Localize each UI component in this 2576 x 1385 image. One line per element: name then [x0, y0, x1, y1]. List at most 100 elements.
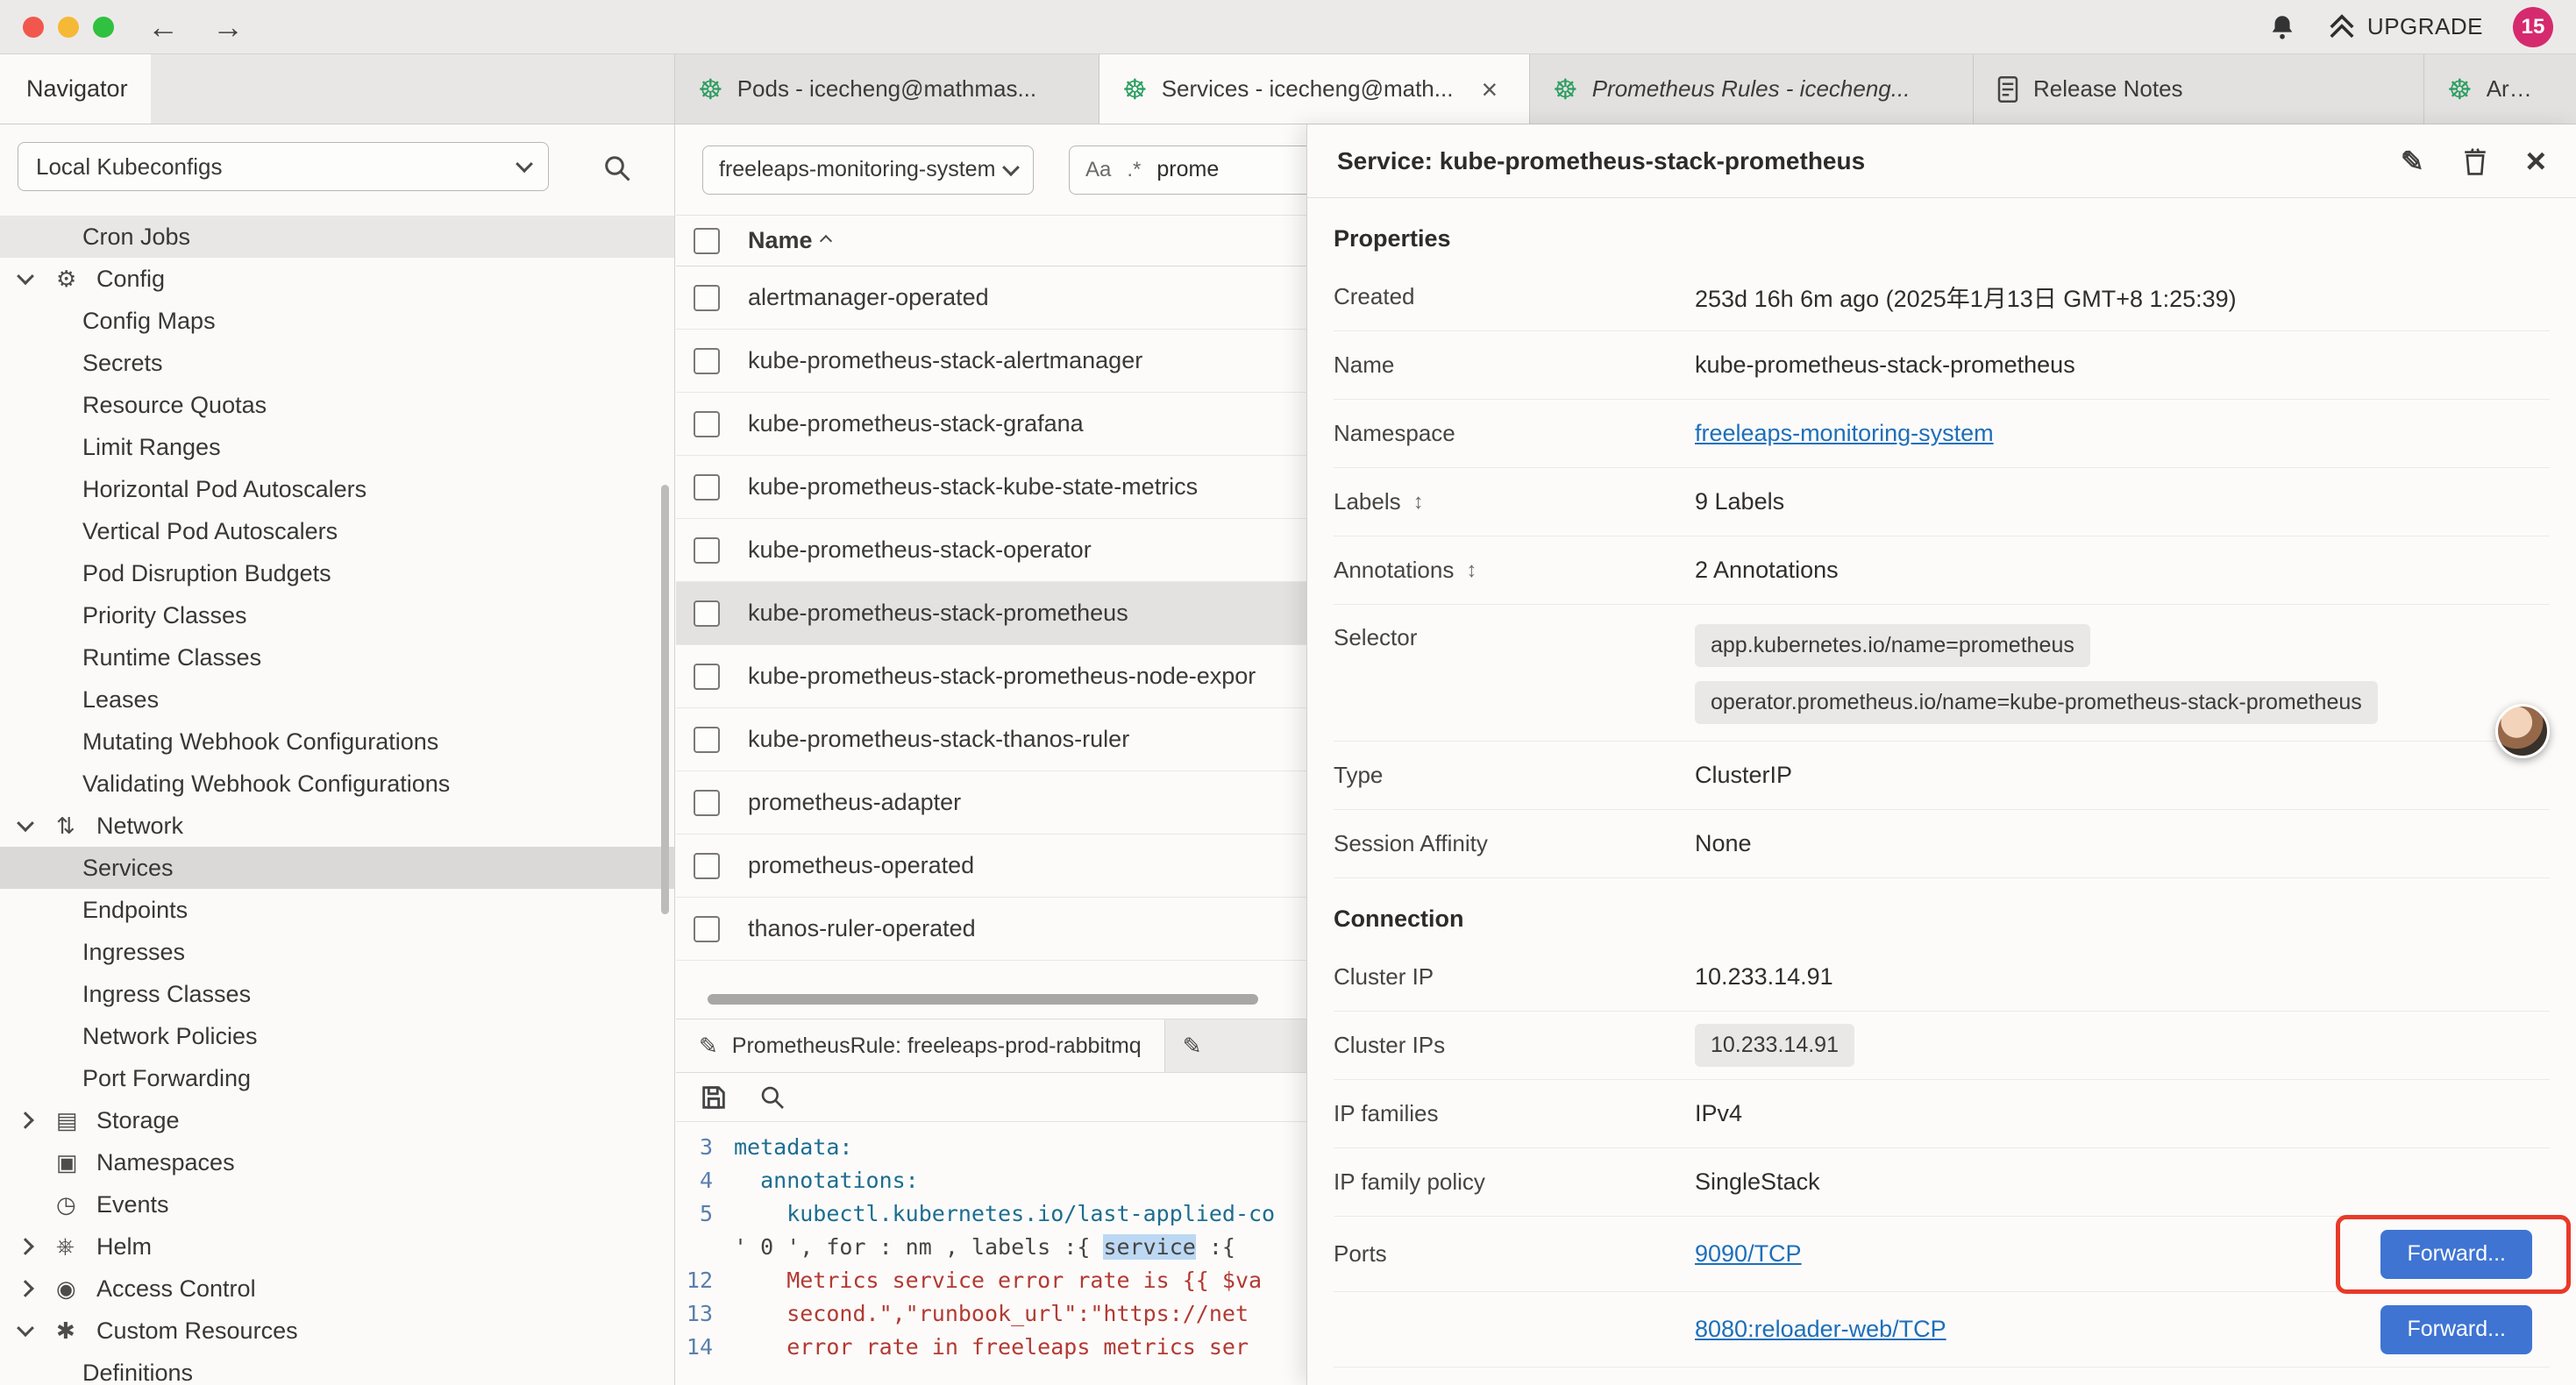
tab-pods[interactable]: ☸ Pods - icecheng@mathmas...: [675, 54, 1099, 124]
tree-item[interactable]: ⇅ Network: [0, 805, 674, 847]
kubernetes-icon: ☸: [1553, 75, 1578, 103]
back-arrow-icon[interactable]: ←: [147, 11, 179, 43]
tree-item[interactable]: Validating Webhook Configurations: [0, 763, 674, 805]
tree-item[interactable]: Services: [0, 847, 674, 889]
horizontal-scrollbar-thumb[interactable]: [708, 994, 1258, 1005]
tree-item[interactable]: Cron Jobs: [0, 216, 674, 258]
tree-item[interactable]: ◉ Access Control: [0, 1268, 674, 1310]
expand-labels-icon[interactable]: ↕: [1413, 490, 1424, 515]
tree-item[interactable]: ⎈ Helm: [0, 1225, 674, 1268]
port-link-8080[interactable]: 8080:reloader-web/TCP: [1695, 1316, 1946, 1343]
tab-services[interactable]: ☸ Services - icecheng@math... ×: [1099, 54, 1530, 124]
tree-item[interactable]: Runtime Classes: [0, 636, 674, 678]
line-number: 12: [676, 1264, 734, 1297]
row-checkbox[interactable]: [694, 790, 720, 816]
tree-item[interactable]: Leases: [0, 678, 674, 721]
tree-item-label: Helm: [96, 1233, 152, 1261]
editor-tab-prometheusrule[interactable]: ✎ PrometheusRule: freeleaps-prod-rabbitm…: [676, 1019, 1165, 1072]
row-checkbox[interactable]: [694, 411, 720, 437]
upgrade-label: UPGRADE: [2367, 13, 2483, 40]
row-checkbox[interactable]: [694, 853, 720, 879]
delete-trash-icon[interactable]: [2461, 146, 2489, 176]
row-checkbox[interactable]: [694, 916, 720, 942]
tree-item[interactable]: ▣ Namespaces: [0, 1141, 674, 1183]
traffic-lights: [23, 17, 114, 38]
row-checkbox[interactable]: [694, 600, 720, 627]
kubeconfig-selector[interactable]: Local Kubeconfigs: [18, 142, 549, 191]
code-text: second.","runbook_url":"https://net: [734, 1297, 1249, 1331]
tree-item[interactable]: Secrets: [0, 342, 674, 384]
close-drawer-icon[interactable]: ×: [2526, 144, 2546, 179]
close-window-button[interactable]: [23, 17, 44, 38]
kubeconfig-selector-value: Local Kubeconfigs: [36, 153, 222, 181]
row-checkbox[interactable]: [694, 664, 720, 690]
property-row-namespace: Namespace freeleaps-monitoring-system: [1334, 400, 2550, 468]
sidebar-scrollbar[interactable]: [661, 485, 669, 914]
maximize-window-button[interactable]: [93, 17, 114, 38]
tree-item[interactable]: Limit Ranges: [0, 426, 674, 468]
tab-release-notes[interactable]: Release Notes: [1974, 54, 2424, 124]
navigator-panel-tab[interactable]: Navigator: [0, 54, 151, 124]
line-number: 4: [676, 1164, 734, 1197]
name-column-header[interactable]: Name: [748, 227, 813, 254]
row-checkbox[interactable]: [694, 285, 720, 311]
line-number: 5: [676, 1197, 734, 1231]
tree-item[interactable]: Ingress Classes: [0, 973, 674, 1015]
namespace-filter-value: freeleaps-monitoring-system: [719, 157, 995, 182]
property-row-labels: Labels↕ 9 Labels: [1334, 468, 2550, 536]
edit-resource-icon[interactable]: ✎: [2401, 145, 2424, 178]
upgrade-button[interactable]: UPGRADE: [2327, 13, 2483, 40]
row-checkbox[interactable]: [694, 348, 720, 374]
tree-item[interactable]: Horizontal Pod Autoscalers: [0, 468, 674, 510]
select-all-checkbox[interactable]: [694, 228, 720, 254]
user-avatar[interactable]: [2495, 704, 2550, 758]
line-number: 3: [676, 1131, 734, 1164]
notification-bell-icon[interactable]: [2267, 12, 2297, 42]
tab-argo[interactable]: ☸ Argo Se: [2424, 54, 2565, 124]
tree-item[interactable]: Definitions: [0, 1352, 674, 1385]
tree-item[interactable]: ◷ Events: [0, 1183, 674, 1225]
tree-item[interactable]: ✱ Custom Resources: [0, 1310, 674, 1352]
tree-chevron-icon: [17, 814, 34, 832]
regex-toggle[interactable]: .*: [1127, 158, 1141, 182]
close-tab-icon[interactable]: ×: [1481, 75, 1498, 103]
port-link-9090[interactable]: 9090/TCP: [1695, 1240, 1802, 1268]
selector-badge: app.kubernetes.io/name=prometheus: [1695, 624, 2090, 667]
forward-port-button[interactable]: Forward...: [2380, 1230, 2532, 1279]
save-icon[interactable]: [699, 1083, 729, 1112]
tree-item[interactable]: Port Forwarding: [0, 1057, 674, 1099]
tree-item[interactable]: Endpoints: [0, 889, 674, 931]
editor-tab-partial[interactable]: ✎: [1165, 1019, 1218, 1072]
notification-count-badge[interactable]: 15: [2513, 7, 2553, 47]
navigator-zone: Navigator: [0, 54, 675, 124]
chevron-down-icon: [1002, 159, 1020, 176]
sidebar-search-icon[interactable]: [601, 153, 633, 190]
row-checkbox[interactable]: [694, 537, 720, 564]
tree-item[interactable]: Ingresses: [0, 931, 674, 973]
editor-tab-label: PrometheusRule: freeleaps-prod-rabbitmq: [732, 1033, 1142, 1059]
tree-item[interactable]: Vertical Pod Autoscalers: [0, 510, 674, 552]
row-checkbox[interactable]: [694, 474, 720, 501]
tree-item[interactable]: Mutating Webhook Configurations: [0, 721, 674, 763]
upgrade-icon: [2327, 14, 2357, 40]
forward-port-button[interactable]: Forward...: [2380, 1305, 2532, 1354]
created-value: 253d 16h 6m ago (2025年1月13日 GMT+8 1:25:3…: [1695, 280, 2237, 314]
match-case-toggle[interactable]: Aa: [1085, 158, 1111, 182]
expand-annotations-icon[interactable]: ↕: [1466, 558, 1477, 583]
name-filter-input[interactable]: Aa .* prome: [1069, 146, 1313, 195]
tree-item[interactable]: Priority Classes: [0, 594, 674, 636]
namespace-filter-select[interactable]: freeleaps-monitoring-system: [702, 146, 1034, 195]
tree-item[interactable]: ▤ Storage: [0, 1099, 674, 1141]
tree-item[interactable]: Pod Disruption Budgets: [0, 552, 674, 594]
tab-prometheus-rules[interactable]: ☸ Prometheus Rules - icecheng...: [1530, 54, 1974, 124]
tree-item[interactable]: Config Maps: [0, 300, 674, 342]
namespace-link[interactable]: freeleaps-monitoring-system: [1695, 420, 1994, 447]
tree-item[interactable]: Resource Quotas: [0, 384, 674, 426]
forward-arrow-icon[interactable]: →: [212, 11, 244, 43]
tree-item[interactable]: Network Policies: [0, 1015, 674, 1057]
row-checkbox[interactable]: [694, 727, 720, 753]
editor-search-icon[interactable]: [758, 1083, 786, 1112]
tree-item[interactable]: ⚙ Config: [0, 258, 674, 300]
minimize-window-button[interactable]: [58, 17, 79, 38]
property-row-cluster-ips: Cluster IPs 10.233.14.91: [1334, 1012, 2550, 1080]
